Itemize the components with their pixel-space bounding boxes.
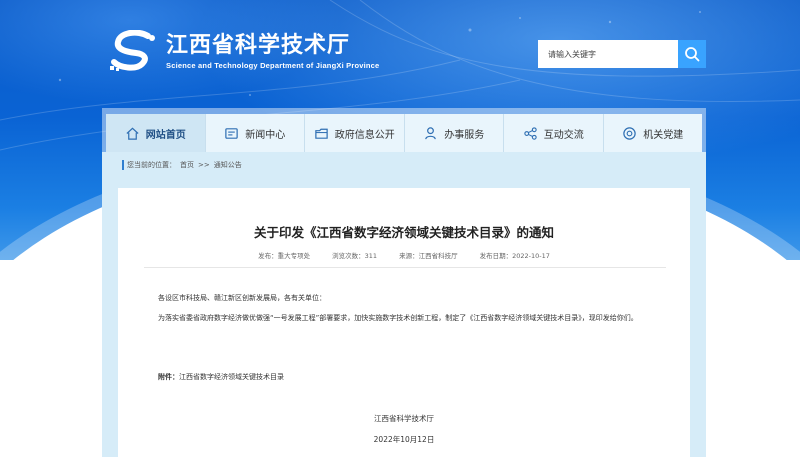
nav-label: 办事服务 — [444, 129, 485, 141]
nav-item-services[interactable]: 办事服务 — [405, 114, 504, 152]
search-button[interactable] — [678, 40, 706, 68]
search-input[interactable] — [538, 40, 678, 68]
nav-label: 机关党建 — [643, 129, 684, 141]
nav-label: 互动交流 — [543, 129, 584, 141]
breadcrumb-separator: >> — [198, 161, 210, 169]
article-salutation: 各设区市科技局、赣江新区创新发展局，各有关单位： — [158, 294, 326, 302]
main-nav: 网站首页 新闻中心 政府信息公开 办事服务 互动交流 机关党建 — [106, 114, 702, 152]
site-subtitle: Science and Technology Department of Jia… — [166, 60, 380, 70]
meta-date: 发布日期：2022-10-17 — [479, 252, 550, 260]
nav-item-home[interactable]: 网站首页 — [106, 114, 206, 152]
nav-label: 网站首页 — [145, 129, 186, 141]
search-icon — [685, 47, 700, 62]
nav-item-gov-info[interactable]: 政府信息公开 — [305, 114, 405, 152]
home-icon — [126, 127, 139, 140]
breadcrumb-home-link[interactable]: 首页 — [180, 160, 194, 170]
meta-divider — [144, 267, 666, 268]
nav-item-news[interactable]: 新闻中心 — [206, 114, 305, 152]
search-bar — [538, 40, 706, 68]
meta-views: 浏览次数：311 — [332, 252, 378, 260]
article-meta: 发布：重大专项处 浏览次数：311 来源：江西省科技厅 发布日期：2022-10… — [118, 250, 690, 260]
article-attachment: 附件：江西省数字经济领域关键技术目录 — [158, 370, 284, 384]
provincial-s-logo-icon — [110, 30, 155, 71]
article-title: 关于印发《江西省数字经济领域关键技术目录》的通知 — [253, 225, 554, 240]
nav-label: 新闻中心 — [245, 129, 286, 141]
nav-item-interaction[interactable]: 互动交流 — [504, 114, 604, 152]
site-title: 江西省科学技术厅 — [166, 32, 351, 58]
breadcrumb-bar: 您当前的位置： 首页 >> 通知公告 — [102, 152, 706, 188]
signature-date: 2022年10月12日 — [373, 435, 435, 444]
meta-publisher: 发布：重大专项处 — [258, 252, 311, 260]
site-logo[interactable]: 江西省科学技术厅 Science and Technology Departme… — [108, 30, 379, 72]
article-panel: 关于印发《江西省数字经济领域关键技术目录》的通知 发布：重大专项处 浏览次数：3… — [118, 188, 690, 457]
news-icon — [225, 127, 238, 139]
breadcrumb: 您当前的位置： 首页 >> 通知公告 — [122, 160, 242, 170]
breadcrumb-prefix: 您当前的位置： — [127, 161, 176, 169]
nav-item-party[interactable]: 机关党建 — [604, 114, 703, 152]
signature-org: 江西省科学技术厅 — [374, 414, 434, 423]
meta-source: 来源：江西省科技厅 — [399, 252, 458, 260]
folder-icon — [315, 128, 328, 139]
main-nav-frame: 网站首页 新闻中心 政府信息公开 办事服务 互动交流 机关党建 — [102, 108, 706, 152]
badge-icon — [623, 126, 636, 140]
attachment-label: 附件： — [158, 373, 179, 381]
article-body: 为落实省委省政府数字经济做优做强“一号发展工程”部署要求，加快实施数字技术创新工… — [158, 314, 638, 322]
person-icon — [425, 126, 437, 139]
breadcrumb-current[interactable]: 通知公告 — [214, 160, 242, 170]
share-icon — [524, 126, 537, 140]
attachment-link[interactable]: 江西省数字经济领域关键技术目录 — [179, 373, 284, 381]
nav-label: 政府信息公开 — [334, 129, 395, 141]
